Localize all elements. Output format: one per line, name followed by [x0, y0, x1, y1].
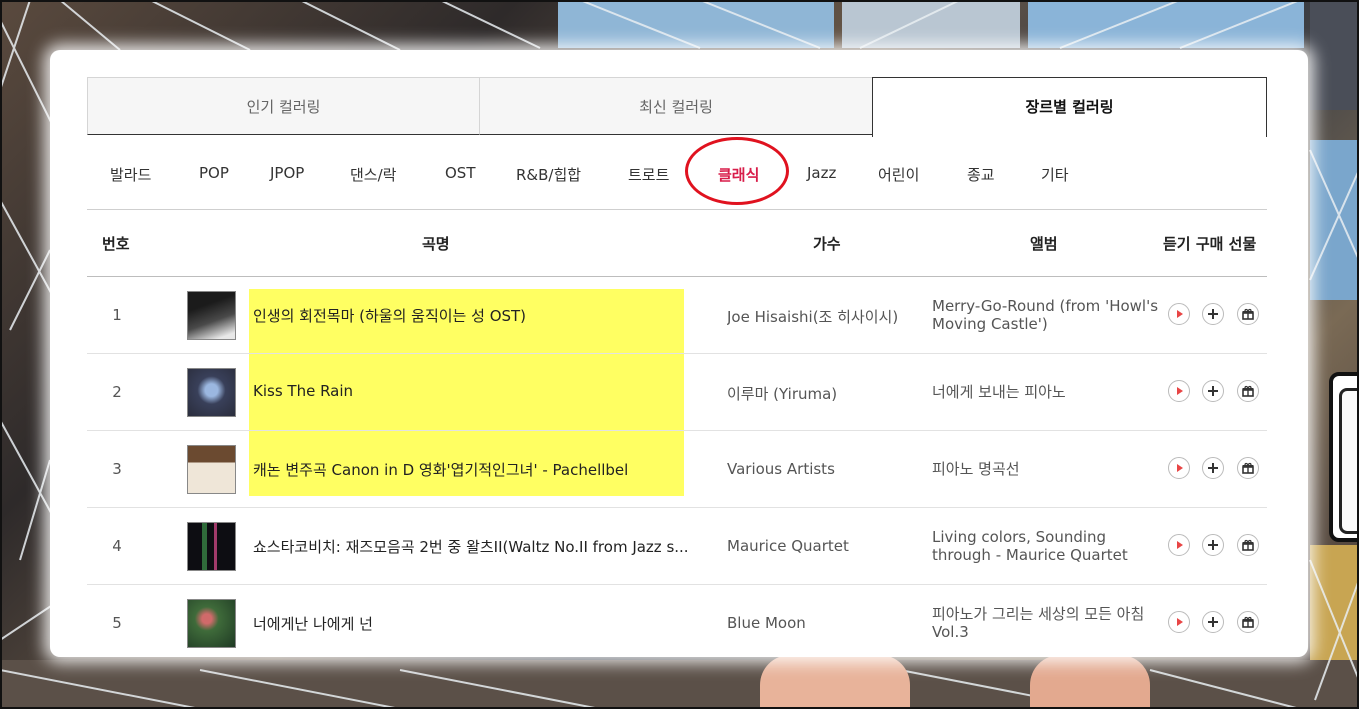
row-number: 3	[112, 460, 122, 478]
header-number: 번호	[102, 235, 130, 253]
header-actions: 듣기 구매 선물	[1163, 235, 1257, 253]
genre-dance-rock[interactable]: 댄스/락	[350, 164, 396, 185]
genre-jazz[interactable]: Jazz	[807, 164, 836, 182]
buy-button[interactable]	[1202, 303, 1224, 325]
header-title: 곡명	[422, 235, 450, 253]
album-thumbnail[interactable]	[187, 368, 236, 417]
plus-icon	[1208, 386, 1218, 396]
song-title[interactable]: 인생의 회전목마 (하울의 움직이는 성 OST)	[253, 305, 721, 326]
gift-icon	[1242, 385, 1254, 397]
tab-genre[interactable]: 장르별 컬러링	[872, 77, 1267, 137]
song-album[interactable]: 피아노가 그리는 세상의 모든 아침 Vol.3	[932, 605, 1162, 641]
play-button[interactable]	[1168, 611, 1190, 633]
gift-icon	[1242, 462, 1254, 474]
play-button[interactable]	[1168, 380, 1190, 402]
gift-button[interactable]	[1237, 611, 1259, 633]
play-icon	[1177, 464, 1183, 472]
hand-photo	[1030, 655, 1150, 709]
buy-button[interactable]	[1202, 380, 1224, 402]
gift-icon	[1242, 539, 1254, 551]
album-thumbnail[interactable]	[187, 599, 236, 648]
genre-ost[interactable]: OST	[445, 164, 476, 182]
genre-etc[interactable]: 기타	[1041, 164, 1069, 185]
album-thumbnail[interactable]	[187, 445, 236, 494]
song-title[interactable]: 캐논 변주곡 Canon in D 영화'엽기적인그녀' - Pachellbe…	[253, 459, 721, 480]
genre-filter-bar: 발라드 POP JPOP 댄스/락 OST R&B/힙합 트로트 클래식 Jaz…	[87, 137, 1267, 210]
row-number: 2	[112, 383, 122, 401]
album-thumbnail[interactable]	[187, 291, 236, 340]
song-album[interactable]: 너에게 보내는 피아노	[932, 383, 1162, 401]
buy-button[interactable]	[1202, 611, 1224, 633]
play-button[interactable]	[1168, 534, 1190, 556]
genre-pop[interactable]: POP	[199, 164, 229, 182]
gift-icon	[1242, 616, 1254, 628]
genre-jpop[interactable]: JPOP	[270, 164, 304, 182]
album-thumbnail[interactable]	[187, 522, 236, 571]
divider	[87, 209, 1267, 210]
table-row: 1 인생의 회전목마 (하울의 움직이는 성 OST) Joe Hisaishi…	[87, 277, 1267, 354]
song-artist[interactable]: Blue Moon	[727, 614, 917, 632]
tab-popular[interactable]: 인기 컬러링	[87, 77, 480, 135]
row-number: 4	[112, 537, 122, 555]
song-title[interactable]: Kiss The Rain	[253, 382, 721, 400]
plus-icon	[1208, 309, 1218, 319]
genre-ballad[interactable]: 발라드	[110, 164, 151, 185]
table-row: 4 쇼스타코비치: 재즈모음곡 2번 중 왈츠II(Waltz No.II fr…	[87, 508, 1267, 585]
play-icon	[1177, 310, 1183, 318]
side-panel-edge	[1329, 372, 1359, 542]
song-artist[interactable]: 이루마 (Yiruma)	[727, 383, 917, 404]
song-title[interactable]: 쇼스타코비치: 재즈모음곡 2번 중 왈츠II(Waltz No.II from…	[253, 536, 721, 557]
plus-icon	[1208, 540, 1218, 550]
table-row: 3 캐논 변주곡 Canon in D 영화'엽기적인그녀' - Pachell…	[87, 431, 1267, 508]
annotation-circle	[685, 137, 789, 205]
song-album[interactable]: Merry-Go-Round (from 'Howl's Moving Cast…	[932, 297, 1162, 333]
genre-kids[interactable]: 어린이	[878, 164, 919, 185]
genre-trot[interactable]: 트로트	[628, 164, 669, 185]
song-album[interactable]: 피아노 명곡선	[932, 460, 1162, 478]
row-number: 1	[112, 306, 122, 324]
play-icon	[1177, 618, 1183, 626]
main-tabs: 인기 컬러링 최신 컬러링 장르별 컬러링	[87, 77, 1267, 137]
buy-button[interactable]	[1202, 457, 1224, 479]
song-artist[interactable]: Joe Hisaishi(조 히사이시)	[727, 306, 917, 327]
song-artist[interactable]: Maurice Quartet	[727, 537, 917, 555]
buy-button[interactable]	[1202, 534, 1224, 556]
gift-button[interactable]	[1237, 534, 1259, 556]
gift-button[interactable]	[1237, 457, 1259, 479]
song-album[interactable]: Living colors, Sounding through - Mauric…	[932, 528, 1162, 564]
plus-icon	[1208, 463, 1218, 473]
genre-rnb-hiphop[interactable]: R&B/힙합	[516, 164, 581, 185]
genre-religion[interactable]: 종교	[967, 164, 995, 185]
gift-button[interactable]	[1237, 380, 1259, 402]
header-artist: 가수	[813, 235, 841, 253]
gift-icon	[1242, 308, 1254, 320]
table-row: 5 너에게난 나에게 넌 Blue Moon 피아노가 그리는 세상의 모든 아…	[87, 585, 1267, 657]
song-title[interactable]: 너에게난 나에게 넌	[253, 613, 721, 634]
tab-latest[interactable]: 최신 컬러링	[479, 77, 873, 135]
song-artist[interactable]: Various Artists	[727, 460, 917, 478]
row-number: 5	[112, 614, 122, 632]
table-row: 2 Kiss The Rain 이루마 (Yiruma) 너에게 보내는 피아노	[87, 354, 1267, 431]
gift-button[interactable]	[1237, 303, 1259, 325]
play-icon	[1177, 541, 1183, 549]
play-button[interactable]	[1168, 457, 1190, 479]
header-album: 앨범	[1030, 235, 1058, 253]
hand-photo	[760, 655, 910, 709]
play-button[interactable]	[1168, 303, 1190, 325]
plus-icon	[1208, 617, 1218, 627]
play-icon	[1177, 387, 1183, 395]
coloring-card: 인기 컬러링 최신 컬러링 장르별 컬러링 발라드 POP JPOP 댄스/락 …	[50, 50, 1308, 657]
